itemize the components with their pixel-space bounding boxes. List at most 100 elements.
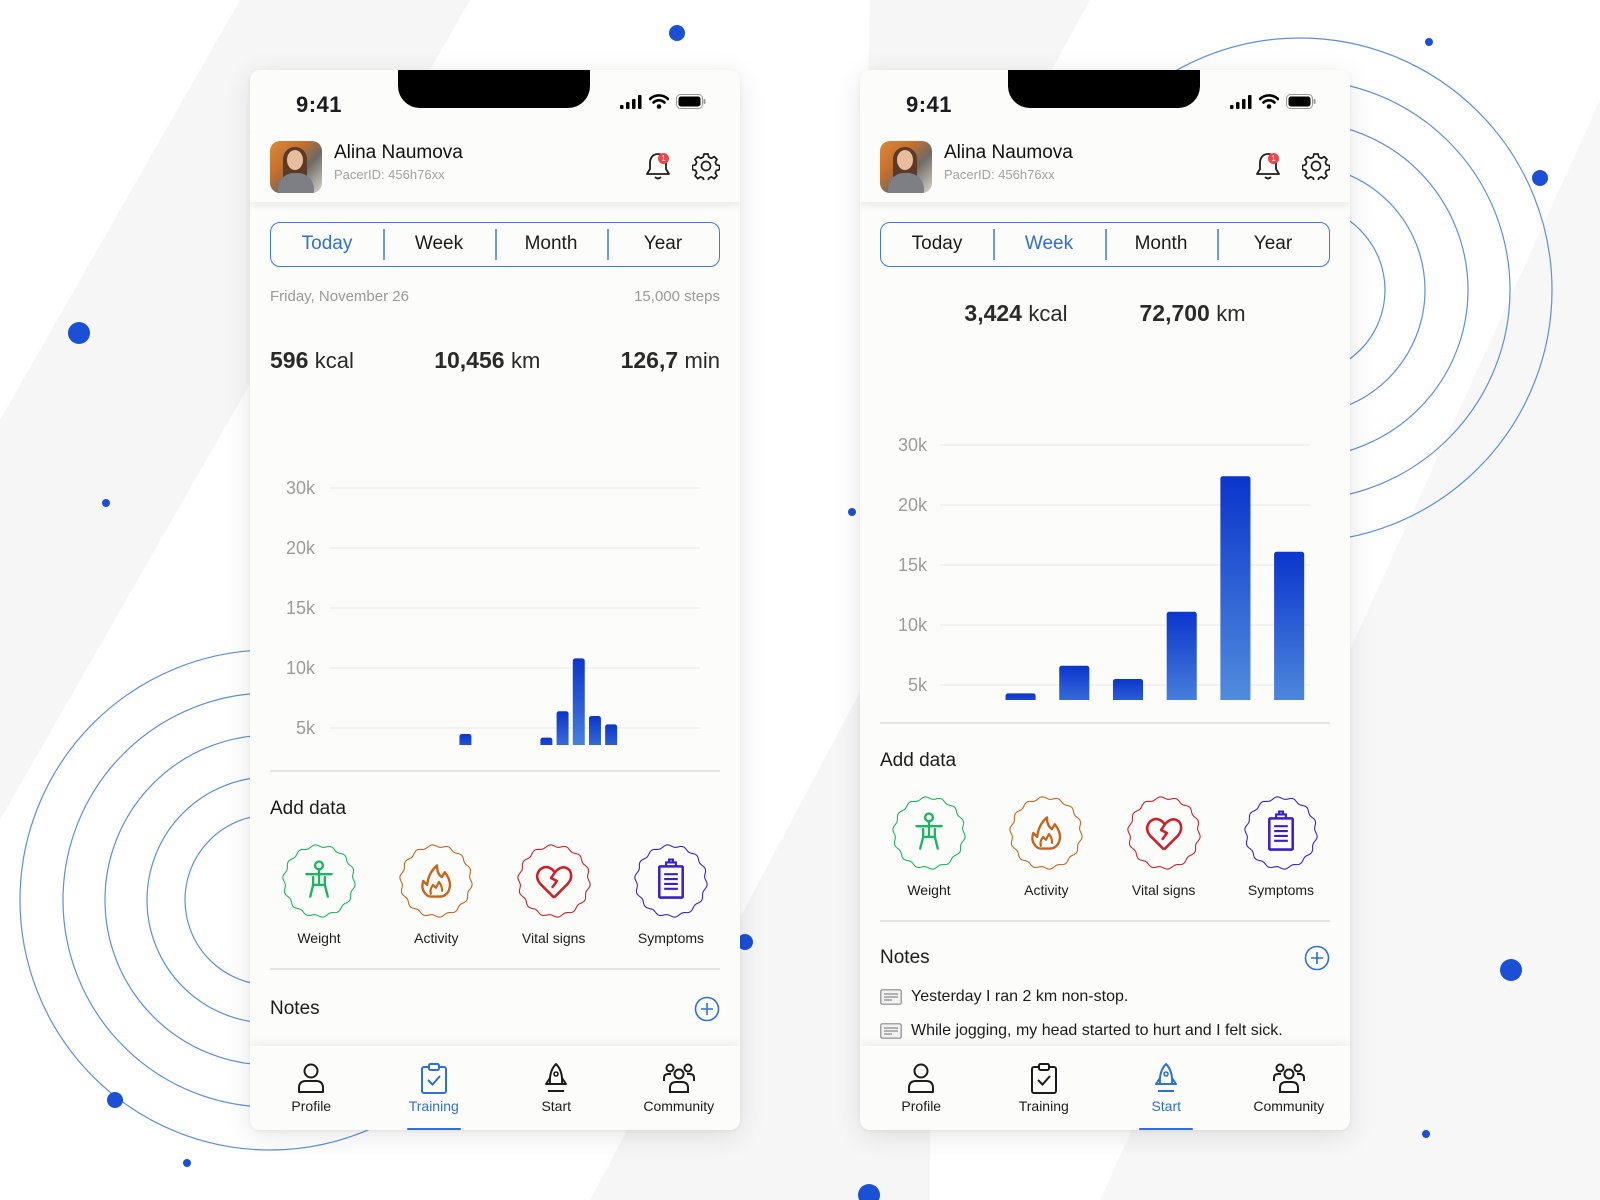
y-tick-label: 20k	[286, 538, 316, 558]
user-name: Alina Naumova	[334, 142, 463, 163]
add-activity-button[interactable]: Activity	[381, 842, 491, 946]
flame-inner	[429, 880, 444, 896]
tab-week[interactable]: Week	[993, 223, 1105, 266]
add-vital-signs-button[interactable]: Vital signs	[1109, 794, 1219, 898]
nav-community[interactable]: Community	[618, 1046, 741, 1130]
tab-year[interactable]: Year	[1217, 223, 1329, 266]
phone-today: 9:41 Alina Naumova PacerID: 456h76xx 1 T…	[250, 70, 740, 1130]
add-item-label: Weight	[297, 930, 341, 946]
nav-label: Start	[1151, 1098, 1182, 1114]
nav-start[interactable]: Start	[1105, 1046, 1228, 1130]
add-activity-button[interactable]: Activity	[991, 794, 1101, 898]
period-selector: Today Week Month Year	[270, 222, 720, 267]
bar	[540, 737, 553, 745]
tab-today[interactable]: Today	[881, 223, 993, 266]
add-item-label: Weight	[907, 882, 951, 898]
divider	[880, 920, 1330, 922]
settings-button[interactable]	[1300, 150, 1332, 182]
battery-icon	[1286, 94, 1316, 109]
bar	[588, 716, 601, 745]
tab-today[interactable]: Today	[271, 223, 383, 266]
stat-value: 3,424	[964, 300, 1022, 326]
stat-unit: km	[510, 348, 541, 373]
nav-start[interactable]: Start	[495, 1046, 618, 1130]
badge-outline	[399, 844, 474, 918]
profile-header: Alina Naumova PacerID: 456h76xx 1	[860, 132, 1350, 202]
badge-outline	[516, 844, 591, 918]
note-icon	[880, 1023, 902, 1039]
stat-kcal: 596 kcal	[270, 347, 354, 374]
stat-unit: kcal	[1028, 301, 1068, 326]
group-icon	[662, 1063, 695, 1093]
bar	[1005, 693, 1036, 700]
y-tick-label: 5k	[296, 718, 316, 738]
settings-button[interactable]	[690, 150, 722, 182]
steps-goal: 15,000 steps	[634, 288, 720, 305]
add-symptoms-button[interactable]: Symptoms	[616, 842, 726, 946]
gear-icon	[1302, 153, 1330, 180]
nav-profile[interactable]: Profile	[860, 1046, 983, 1130]
nav-profile[interactable]: Profile	[250, 1046, 373, 1130]
notifications-button[interactable]: 1	[642, 150, 674, 182]
bar	[605, 724, 618, 745]
avatar[interactable]	[270, 141, 322, 193]
stat-unit: min	[684, 348, 720, 373]
battery-icon	[676, 94, 706, 109]
tab-week[interactable]: Week	[383, 223, 495, 266]
heart	[1145, 817, 1183, 851]
profile-header: Alina Naumova PacerID: 456h76xx 1	[250, 132, 740, 202]
user-icon	[908, 1063, 935, 1093]
add-item-label: Activity	[414, 930, 459, 946]
status-time: 9:41	[906, 92, 953, 117]
status-time: 9:41	[296, 92, 343, 117]
add-weight-button[interactable]: Weight	[874, 794, 984, 898]
note-item[interactable]: Yesterday I ran 2 km non-stop.	[880, 988, 1330, 1006]
user-icon	[298, 1063, 325, 1093]
stat-distance: 10,456 km	[434, 347, 540, 374]
y-tick-label: 5k	[908, 675, 928, 695]
add-weight-button[interactable]: Weight	[264, 842, 374, 946]
group-icon	[1272, 1063, 1305, 1093]
pacer-id: PacerID: 456h76xx	[944, 167, 1055, 182]
y-tick-label: 10k	[898, 615, 928, 635]
clipboard-check-icon	[420, 1063, 447, 1094]
badge-outline	[1126, 796, 1201, 870]
tab-month[interactable]: Month	[1105, 223, 1217, 266]
note-text: While jogging, my head started to hurt a…	[911, 1022, 1283, 1039]
tab-month[interactable]: Month	[495, 223, 607, 266]
nav-label: Start	[541, 1098, 572, 1114]
notch	[1008, 70, 1200, 108]
notification-badge: 1	[1268, 153, 1279, 164]
bar	[1059, 665, 1090, 700]
y-tick-label: 10k	[286, 658, 316, 678]
add-note-button[interactable]	[1304, 945, 1330, 971]
add-symptoms-button[interactable]: Symptoms	[1226, 794, 1336, 898]
bar	[1220, 476, 1251, 700]
background-decoration	[0, 0, 1600, 1200]
badge-outline	[1009, 796, 1084, 870]
nav-training[interactable]: Training	[373, 1046, 496, 1130]
tab-year[interactable]: Year	[607, 223, 719, 266]
bar	[572, 658, 585, 745]
notifications-button[interactable]: 1	[1252, 150, 1284, 182]
stat-duration: 126,7 min	[621, 347, 720, 374]
person-icon	[282, 844, 356, 918]
clipboard-check-icon	[1030, 1063, 1057, 1094]
avatar[interactable]	[880, 141, 932, 193]
nav-training[interactable]: Training	[983, 1046, 1106, 1130]
nav-community[interactable]: Community	[1228, 1046, 1351, 1130]
date-label: Friday, November 26	[270, 288, 409, 305]
add-note-button[interactable]	[694, 996, 720, 1022]
body	[915, 820, 943, 850]
notes-title: Notes	[880, 947, 930, 968]
nav-label: Profile	[291, 1098, 332, 1114]
phone-week: 9:41 Alina Naumova PacerID: 456h76xx 1 T…	[860, 70, 1350, 1130]
stat-value: 126,7	[620, 347, 679, 373]
divider	[270, 968, 720, 970]
add-item-label: Symptoms	[1247, 882, 1315, 898]
stat-unit: km	[1216, 301, 1246, 326]
nav-label: Profile	[901, 1098, 942, 1114]
note-item[interactable]: While jogging, my head started to hurt a…	[880, 1022, 1330, 1040]
add-vital-signs-button[interactable]: Vital signs	[499, 842, 609, 946]
flame-inner	[1039, 832, 1054, 848]
